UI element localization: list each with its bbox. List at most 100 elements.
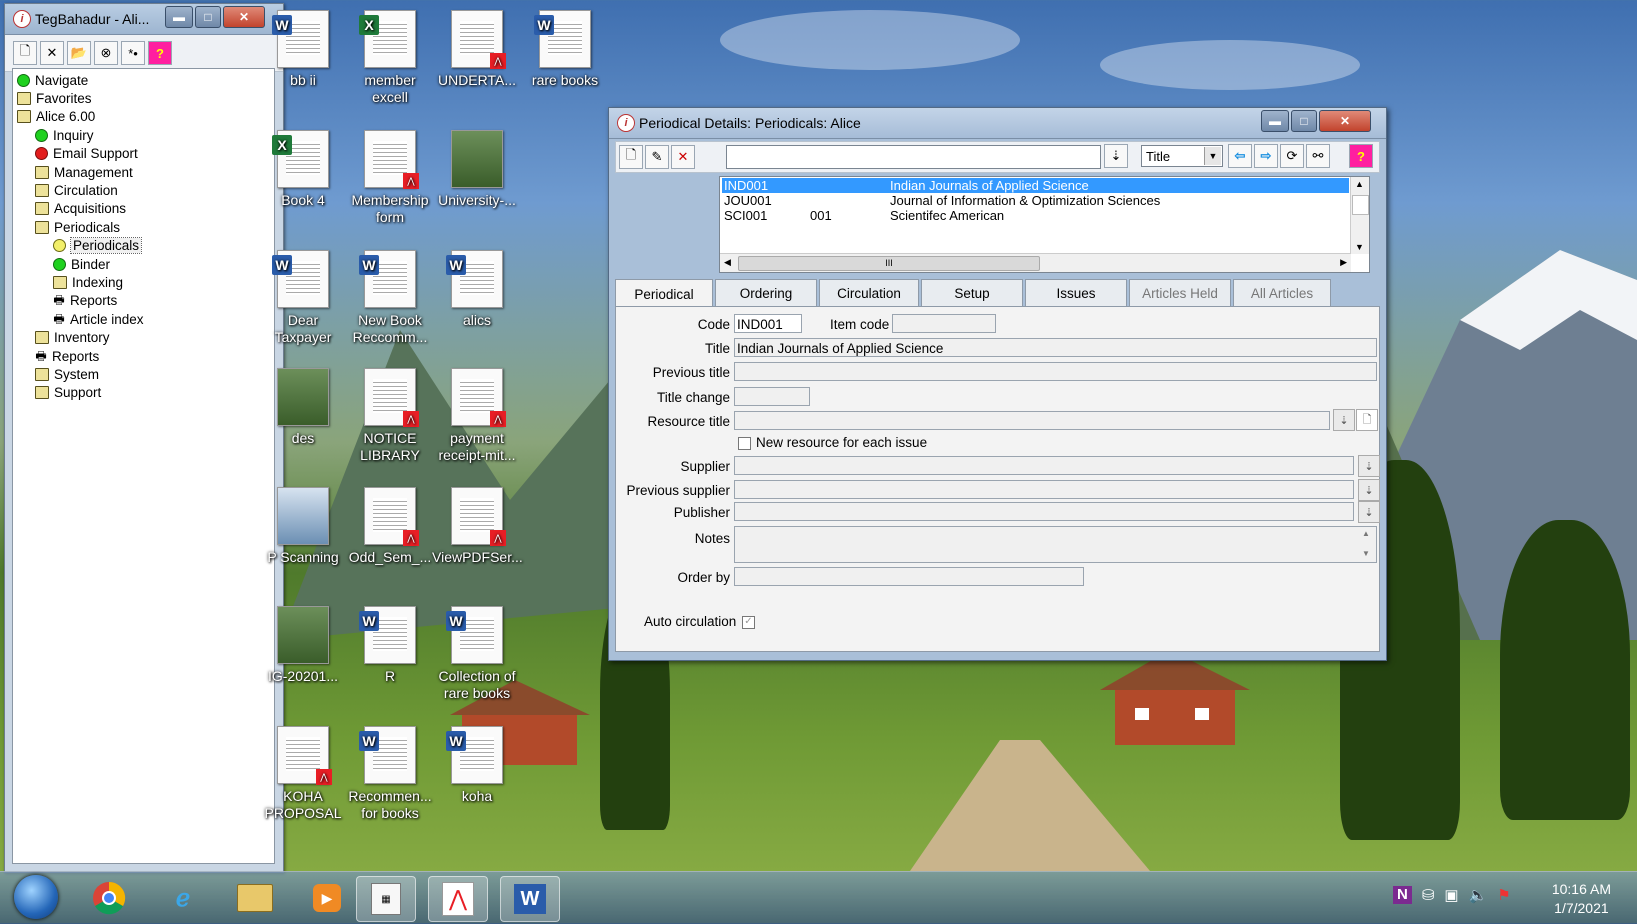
clock[interactable]: 10:16 AM 1/7/2021 [1552,880,1611,918]
item-code-field[interactable] [892,314,996,333]
periodical-list[interactable]: IND001 Indian Journals of Applied Science… [719,176,1370,273]
desktop-icon[interactable]: IG-20201... [258,606,348,685]
previous-title-field[interactable] [734,362,1377,381]
supplier-field[interactable] [734,456,1354,475]
onenote-icon[interactable]: N [1393,886,1412,904]
lookup-icon[interactable]: ⇣ [1333,409,1355,431]
previous-supplier-field[interactable] [734,480,1354,499]
new-icon[interactable]: 🗋 [13,41,37,65]
scroll-right-icon[interactable]: ▶ [1340,257,1347,268]
tab-ordering[interactable]: Ordering [715,279,817,306]
title-field[interactable]: Indian Journals of Applied Science [734,338,1377,357]
notes-field[interactable] [734,526,1377,563]
tree-item[interactable]: Email Support [13,145,274,163]
desktop-icon[interactable]: Wkoha [432,726,522,805]
navigator-titlebar[interactable]: i TegBahadur - Ali... ▬ □ ✕ [5,4,283,35]
desktop-icon[interactable]: ⋀ payment receipt-mit... [432,368,522,464]
media-player-icon[interactable]: ▶ [298,876,356,920]
search-field-select[interactable]: Title ▼ [1141,145,1223,167]
new-resource-checkbox[interactable] [738,437,751,450]
vertical-scrollbar[interactable]: ▲ ▼ [1350,177,1369,254]
tab-circulation[interactable]: Circulation [819,279,919,306]
scroll-thumb[interactable] [1352,195,1369,215]
alice-taskbar-icon[interactable]: ▦ [356,876,416,922]
help-icon[interactable]: ? [1349,144,1373,168]
minimize-button[interactable]: ▬ [165,6,193,28]
desktop-icon[interactable]: ⋀ Membership form [345,130,435,226]
desktop-icon[interactable]: Walics [432,250,522,329]
scroll-down-icon[interactable]: ▼ [1355,242,1364,252]
publisher-field[interactable] [734,502,1354,521]
tree-item[interactable]: Favorites [13,89,274,107]
edit-record-icon[interactable]: ✎ [645,145,669,169]
scroll-down-icon[interactable]: ▼ [1362,549,1370,558]
network-icon[interactable]: ▣ [1444,886,1458,904]
list-item[interactable]: JOU001 Journal of Information & Optimizat… [722,193,1349,208]
tab-articles-held[interactable]: Articles Held [1129,279,1231,306]
cancel-icon[interactable]: ⊗ [94,41,118,65]
list-item[interactable]: IND001 Indian Journals of Applied Science [722,178,1349,193]
previous-arrow-icon[interactable]: ⇦ [1228,144,1252,168]
tab-issues[interactable]: Issues [1025,279,1127,306]
word-taskbar-icon[interactable]: W [500,876,560,922]
maximize-button[interactable]: □ [1291,110,1317,132]
desktop-icon[interactable]: ⋀ KOHA PROPOSAL [258,726,348,822]
list-item[interactable]: SCI001 001 Scientifec American [722,208,1349,223]
horizontal-scrollbar[interactable]: ◀ III ▶ [720,253,1351,272]
tree-item[interactable]: 🖶 Article index [13,310,274,328]
scroll-thumb[interactable]: III [738,256,1040,271]
tree-item[interactable]: Periodicals [13,218,274,236]
action-center-flag-icon[interactable]: ⚑ [1497,886,1510,904]
desktop-icon[interactable]: ⋀ NOTICE LIBRARY [345,368,435,464]
tree-item[interactable]: Support [13,384,274,402]
tree-item[interactable]: Acquisitions [13,200,274,218]
lookup-icon[interactable]: ⇣ [1358,501,1380,523]
minimize-button[interactable]: ▬ [1261,110,1289,132]
desktop-icon[interactable]: ⋀ Odd_Sem_... [345,487,435,566]
open-folder-icon[interactable]: 📂 [67,41,91,65]
code-field[interactable]: IND001 [734,314,802,333]
volume-icon[interactable]: 🔈 [1469,886,1488,904]
file-explorer-icon[interactable] [226,876,284,920]
desktop-icon[interactable]: W Collection of rare books [432,606,522,702]
start-button[interactable] [14,875,58,919]
delete-doc-icon[interactable]: ✕ [40,41,64,65]
lookup-icon[interactable]: ⇣ [1358,479,1380,501]
tree-item[interactable]: Indexing [13,273,274,291]
desktop-icon[interactable]: W Recommen... for books [345,726,435,822]
tree-item[interactable]: 🖶 Reports [13,347,274,365]
desktop-icon[interactable]: W New Book Reccomm... [345,250,435,346]
tab-all-articles[interactable]: All Articles [1233,279,1331,306]
tree-item[interactable]: Binder [13,255,274,273]
delete-record-icon[interactable]: ✕ [671,145,695,169]
tab-periodical[interactable]: Periodical [615,279,713,308]
help-icon[interactable]: ? [148,41,172,65]
desktop-icon[interactable]: X Book 4 [258,130,348,209]
shortcut-icon[interactable]: *• [121,41,145,65]
new-record-icon[interactable]: 🗋 [619,145,643,169]
scroll-up-icon[interactable]: ▲ [1355,179,1364,189]
desktop-icon[interactable]: ⋀ ViewPDFSer... [432,487,523,566]
title-change-field[interactable] [734,387,810,406]
desktop-icon[interactable]: P Scanning [258,487,348,566]
tree-item[interactable]: Circulation [13,181,274,199]
network-share-icon[interactable]: ⛁ [1422,886,1435,904]
desktop-icon[interactable]: ⋀ UNDERTA... [432,10,522,89]
desktop-icon[interactable]: University-... [432,130,522,209]
desktop-icon[interactable]: Xmember excell [345,10,435,106]
tree-item[interactable]: System [13,365,274,383]
tree-item[interactable]: 🖶 Reports [13,292,274,310]
lookup-icon[interactable]: ⇣ [1358,455,1380,477]
tree-item[interactable]: Alice 6.00 [13,108,274,126]
tree-item[interactable]: Periodicals [13,237,274,255]
desktop-icon[interactable]: Wrare books [520,10,610,89]
acrobat-taskbar-icon[interactable]: ⋀ [428,876,488,922]
periodical-titlebar[interactable]: i Periodical Details: Periodicals: Alice… [609,108,1386,139]
desktop-icon[interactable]: Wbb ii [258,10,348,89]
scroll-up-icon[interactable]: ▲ [1362,529,1370,538]
tree-item[interactable]: Navigate [13,71,274,89]
chrome-icon[interactable] [80,876,138,920]
internet-explorer-icon[interactable]: ℯ [154,876,212,920]
desktop-icon[interactable]: W Dear Taxpayer [258,250,348,346]
close-button[interactable]: ✕ [1319,110,1371,132]
